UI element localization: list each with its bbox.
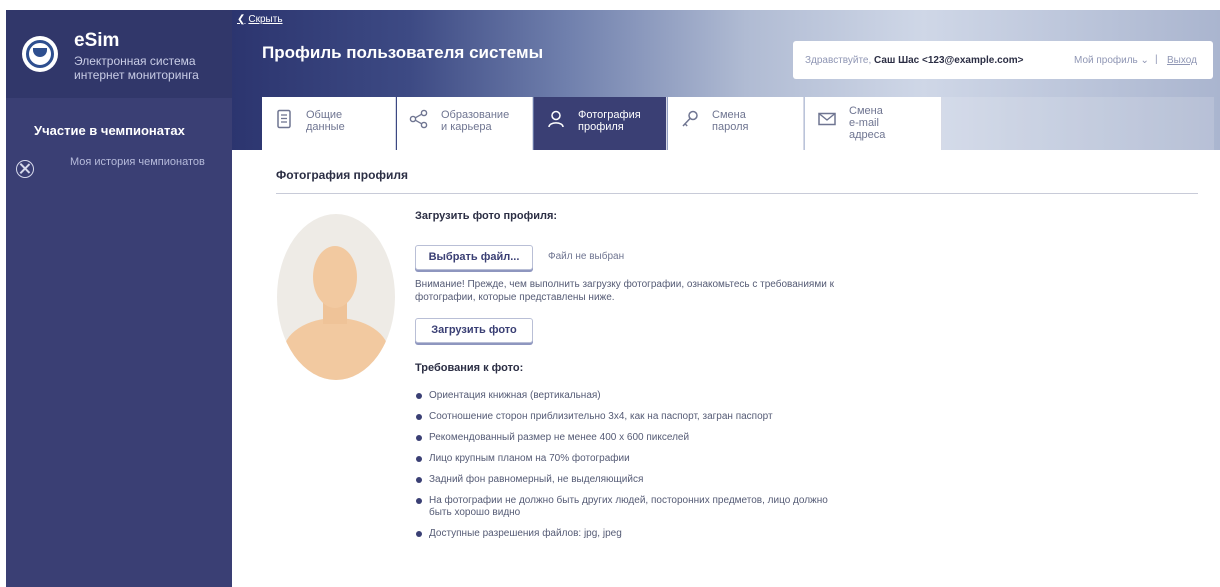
- tab-change-email[interactable]: Смена e-mail адреса: [805, 97, 942, 150]
- upload-label: Загрузить фото профиля:: [415, 210, 558, 222]
- hide-sidebar-link[interactable]: ❮ Скрыть: [237, 14, 283, 25]
- panel-title: Фотография профиля: [276, 168, 408, 182]
- tab-label-line2: профиля: [578, 121, 624, 133]
- avatar-head: [313, 246, 357, 308]
- tab-strip-filler: [942, 97, 1214, 150]
- chevron-down-icon: ⌄: [1140, 55, 1149, 66]
- tab-label-line2: данные: [306, 121, 345, 133]
- tab-label: Смена пароля: [712, 109, 812, 133]
- tab-label-line2: и карьера: [441, 121, 492, 133]
- envelope-icon: [818, 112, 836, 126]
- tab-label: Фотография профиля: [578, 109, 678, 133]
- brand-subtitle: Электронная система интернет мониторинга: [74, 54, 224, 82]
- user-box: Здравствуйте, Саш Шас <123@example.com> …: [793, 41, 1213, 79]
- key-icon: [682, 110, 698, 127]
- requirement-item: Рекомендованный размер не менее 400 х 60…: [415, 432, 875, 444]
- header-separator: |: [1155, 54, 1158, 65]
- tab-label-line1: Смена: [849, 105, 883, 117]
- sidebar-item-label: Моя история чемпионатов: [70, 156, 205, 168]
- tab-education-career[interactable]: Образование и карьера: [397, 97, 533, 150]
- sidebar-section-title: Участие в чемпионатах: [34, 123, 185, 138]
- tab-label-line1: Образование: [441, 109, 510, 121]
- requirement-item: Ориентация книжная (вертикальная): [415, 390, 875, 402]
- upload-warning: Внимание! Прежде, чем выполнить загрузку…: [415, 279, 834, 303]
- chevron-left-icon: ❮: [237, 14, 246, 25]
- tab-general-data[interactable]: Общие данные: [262, 97, 396, 150]
- tab-profile-photo[interactable]: Фотография профиля: [534, 97, 667, 150]
- user-icon: [548, 110, 564, 128]
- brand-subtitle-line2: интернет мониторинга: [74, 68, 199, 82]
- requirement-item: Задний фон равномерный, не выделяющийся: [415, 474, 875, 486]
- profile-photo-panel: Фотография профиля Загрузить фото профил…: [260, 150, 1214, 587]
- greeting-text: Здравствуйте,: [805, 55, 872, 66]
- tab-label: Смена e-mail адреса: [849, 105, 949, 141]
- app-root: eSim Электронная система интернет монито…: [0, 0, 1220, 587]
- my-profile-label: Мой профиль: [1074, 55, 1138, 66]
- brand-name: eSim: [74, 30, 120, 51]
- share-icon: [409, 109, 428, 129]
- requirements-title: Требования к фото:: [415, 362, 524, 374]
- sidebar-item-championship-history[interactable]: Моя история чемпионатов: [16, 156, 230, 190]
- tab-label-line2: e-mail: [849, 117, 879, 129]
- my-profile-dropdown[interactable]: Мой профиль ⌄: [1074, 55, 1149, 66]
- logout-link[interactable]: Выход: [1167, 55, 1197, 66]
- brand-block: eSim Электронная система интернет монито…: [6, 10, 232, 98]
- user-name: Саш Шас <123@example.com>: [874, 55, 1024, 66]
- greeting: Здравствуйте, Саш Шас <123@example.com>: [805, 55, 1024, 66]
- requirement-item: Лицо крупным планом на 70% фотографии: [415, 453, 875, 465]
- panel-divider: [276, 193, 1198, 194]
- tab-label-line2: пароля: [712, 121, 749, 133]
- tab-label-line1: Фотография: [578, 109, 641, 121]
- requirement-item: Соотношение сторон приблизительно 3х4, к…: [415, 411, 875, 423]
- tab-label-line3: адреса: [849, 129, 886, 141]
- upload-photo-button[interactable]: Загрузить фото: [415, 318, 533, 343]
- requirement-item: На фотографии не должно быть других люде…: [415, 495, 845, 519]
- crossed-circle-icon: [16, 160, 34, 178]
- requirement-item: Доступные разрешения файлов: jpg, jpeg: [415, 528, 875, 540]
- choose-file-button[interactable]: Выбрать файл...: [415, 245, 533, 270]
- sidebar: eSim Электронная система интернет монито…: [6, 10, 232, 587]
- requirements-list: Ориентация книжная (вертикальная) Соотно…: [415, 390, 875, 540]
- header-top-band: [232, 0, 1220, 10]
- file-status: Файл не выбран: [548, 251, 625, 262]
- page-title: Профиль пользователя системы: [262, 43, 544, 62]
- esim-logo[interactable]: [22, 36, 58, 72]
- tab-label: Образование и карьера: [441, 109, 541, 133]
- tab-change-password[interactable]: Смена пароля: [668, 97, 804, 150]
- tab-label: Общие данные: [306, 109, 406, 133]
- tab-label-line1: Смена: [712, 109, 746, 121]
- avatar-placeholder: [277, 214, 395, 380]
- brand-subtitle-line1: Электронная система: [74, 54, 196, 68]
- avatar-body: [283, 318, 389, 380]
- tab-label-line1: Общие: [306, 109, 343, 121]
- hide-link-label: Скрыть: [248, 14, 283, 25]
- document-icon: [277, 109, 291, 129]
